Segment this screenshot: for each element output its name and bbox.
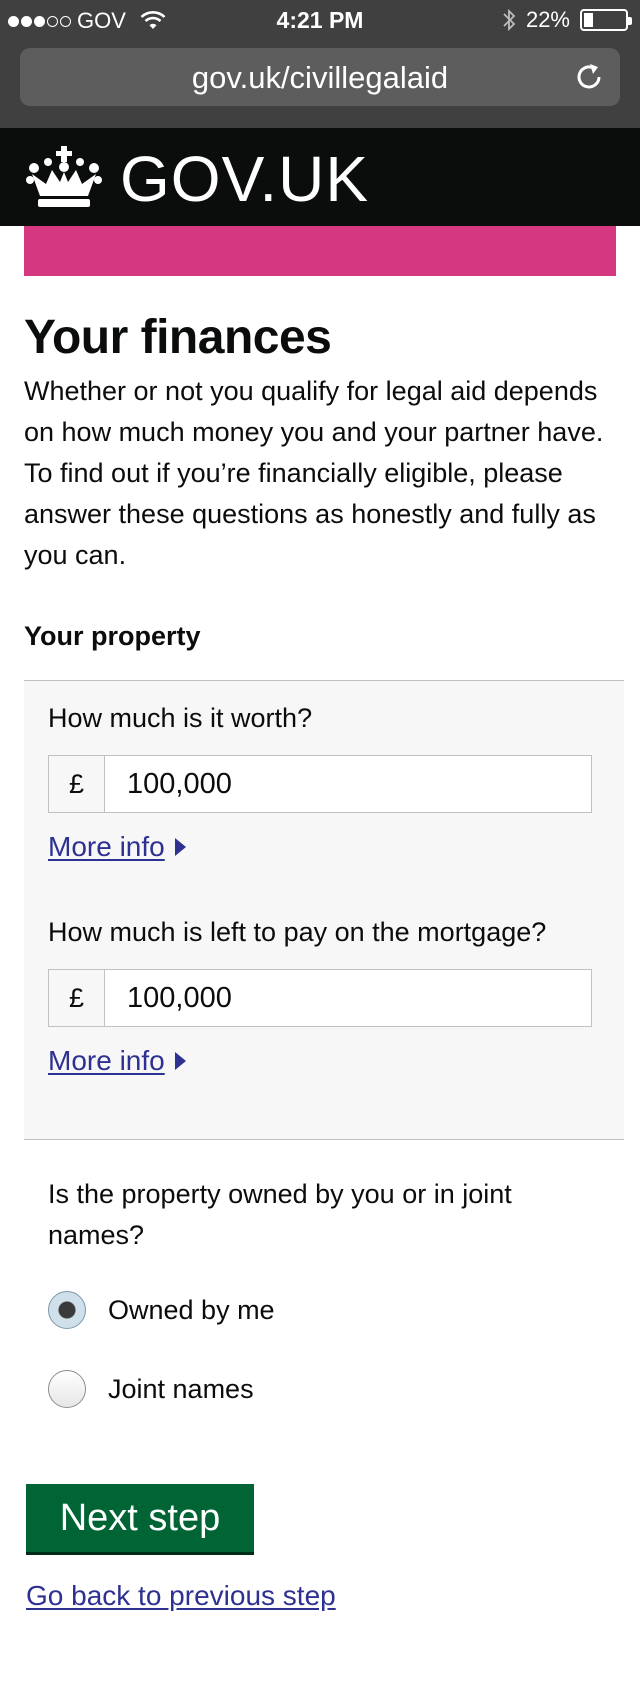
section-heading: Your property bbox=[24, 621, 201, 651]
battery-icon bbox=[580, 9, 632, 31]
mortgage-label: How much is left to pay on the mortgage? bbox=[48, 917, 547, 947]
radio-owned-by-me[interactable]: Owned by me bbox=[48, 1291, 275, 1329]
mortgage-more-info-link[interactable]: More info bbox=[48, 1045, 186, 1077]
radio-button[interactable] bbox=[48, 1291, 86, 1329]
more-info-label: More info bbox=[48, 831, 165, 862]
worth-input[interactable] bbox=[105, 756, 591, 812]
disclosure-arrow-icon bbox=[174, 838, 186, 856]
intro-text: Whether or not you qualify for legal aid… bbox=[24, 376, 604, 570]
worth-field: £ bbox=[48, 755, 592, 813]
next-step-button[interactable]: Next step bbox=[26, 1484, 254, 1552]
reload-icon[interactable] bbox=[572, 60, 606, 94]
govuk-logo-text[interactable]: GOV.UK bbox=[120, 142, 369, 216]
back-link[interactable]: Go back to previous step bbox=[26, 1580, 336, 1612]
mortgage-input[interactable] bbox=[105, 970, 591, 1026]
disclosure-arrow-icon bbox=[174, 1052, 186, 1070]
property-panel: How much is it worth? £ More info How mu… bbox=[24, 680, 624, 1140]
address-bar[interactable]: gov.uk/civillegalaid bbox=[20, 48, 620, 106]
govuk-header: GOV.UK bbox=[0, 128, 640, 226]
ownership-question: Is the property owned by you or in joint… bbox=[48, 1179, 512, 1250]
currency-symbol: £ bbox=[49, 970, 105, 1026]
radio-joint-names[interactable]: Joint names bbox=[48, 1370, 254, 1408]
battery-level bbox=[584, 13, 593, 27]
bluetooth-icon bbox=[503, 8, 516, 32]
mortgage-field: £ bbox=[48, 969, 592, 1027]
browser-chrome: GOV 4:21 PM 22% gov.uk/civillegalaid bbox=[0, 0, 640, 128]
battery-percent: 22% bbox=[525, 7, 570, 32]
page-title: Your finances bbox=[24, 311, 332, 364]
crown-icon bbox=[26, 146, 102, 207]
more-info-label: More info bbox=[48, 1045, 165, 1076]
worth-more-info-link[interactable]: More info bbox=[48, 831, 186, 863]
radio-button[interactable] bbox=[48, 1370, 86, 1408]
worth-label: How much is it worth? bbox=[48, 703, 313, 733]
radio-label[interactable]: Owned by me bbox=[108, 1295, 275, 1326]
url-text: gov.uk/civillegalaid bbox=[191, 60, 449, 95]
status-right: 22% bbox=[502, 7, 632, 33]
radio-label[interactable]: Joint names bbox=[108, 1374, 254, 1405]
status-bar: GOV 4:21 PM 22% bbox=[0, 0, 640, 42]
phase-colour-bar bbox=[24, 226, 616, 276]
currency-symbol: £ bbox=[49, 756, 105, 812]
